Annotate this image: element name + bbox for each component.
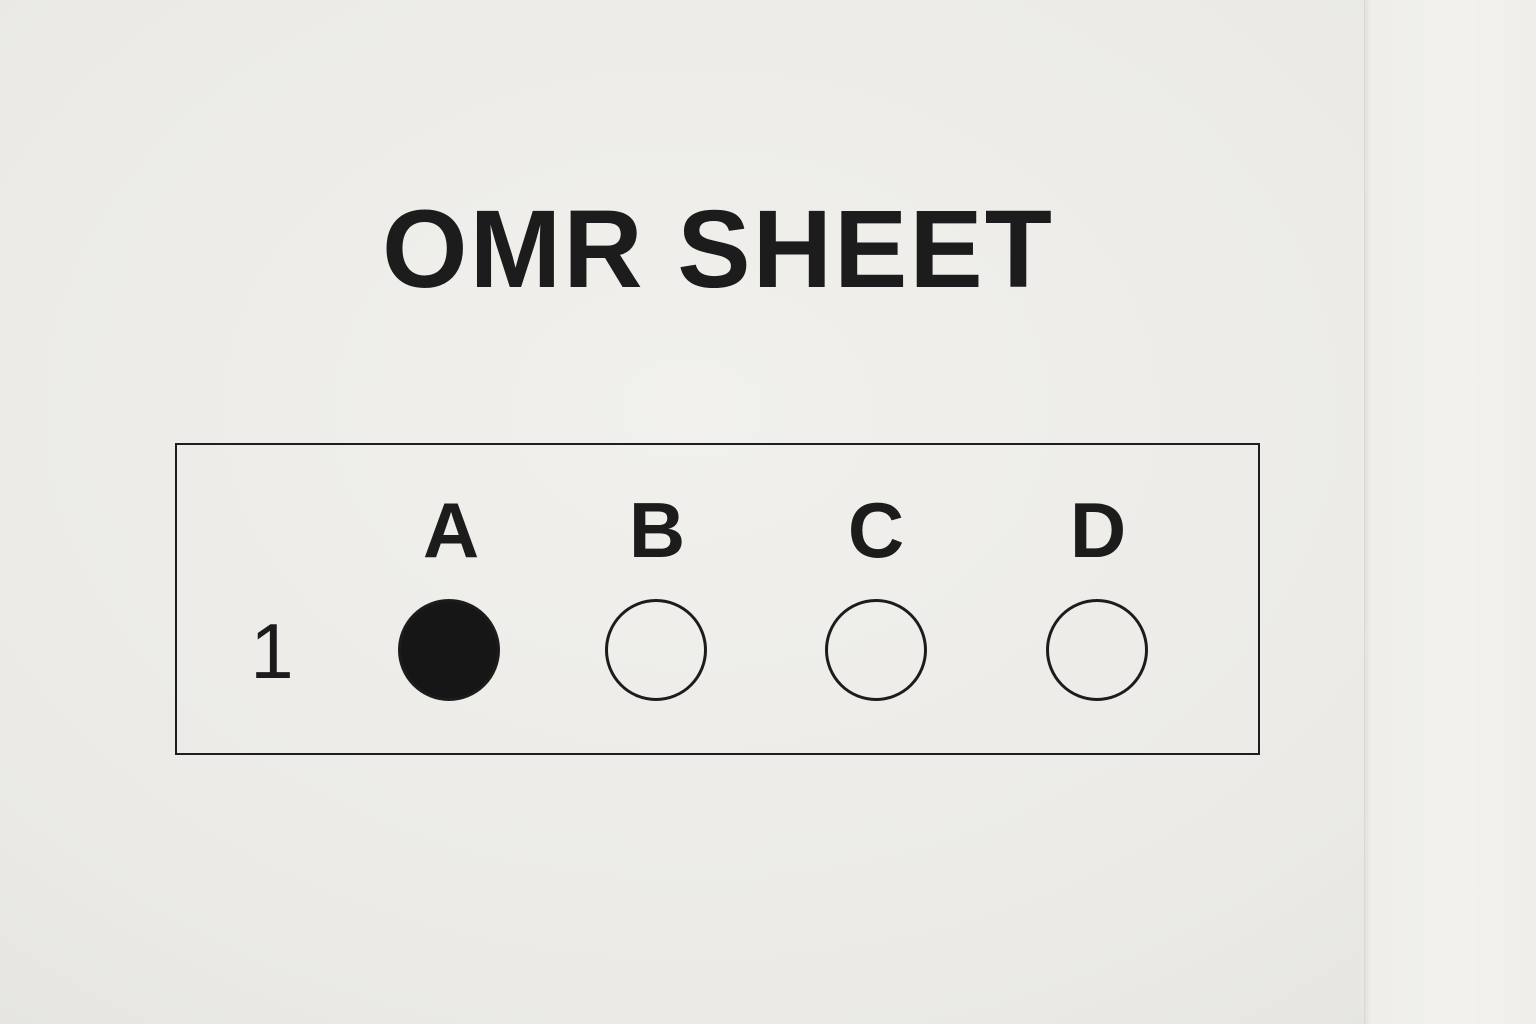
- sheet-title: OMR SHEET: [382, 188, 1054, 311]
- answer-bubble-c[interactable]: [825, 599, 927, 701]
- answer-bubble-b[interactable]: [605, 599, 707, 701]
- paper-edge: [1364, 0, 1536, 1024]
- answer-bubble-d[interactable]: [1046, 599, 1148, 701]
- option-label-c: C: [847, 486, 905, 574]
- option-label-a: A: [422, 486, 480, 574]
- question-number: 1: [250, 607, 294, 695]
- option-label-d: D: [1069, 486, 1127, 574]
- option-label-b: B: [628, 486, 686, 574]
- answer-bubble-a[interactable]: [398, 599, 500, 701]
